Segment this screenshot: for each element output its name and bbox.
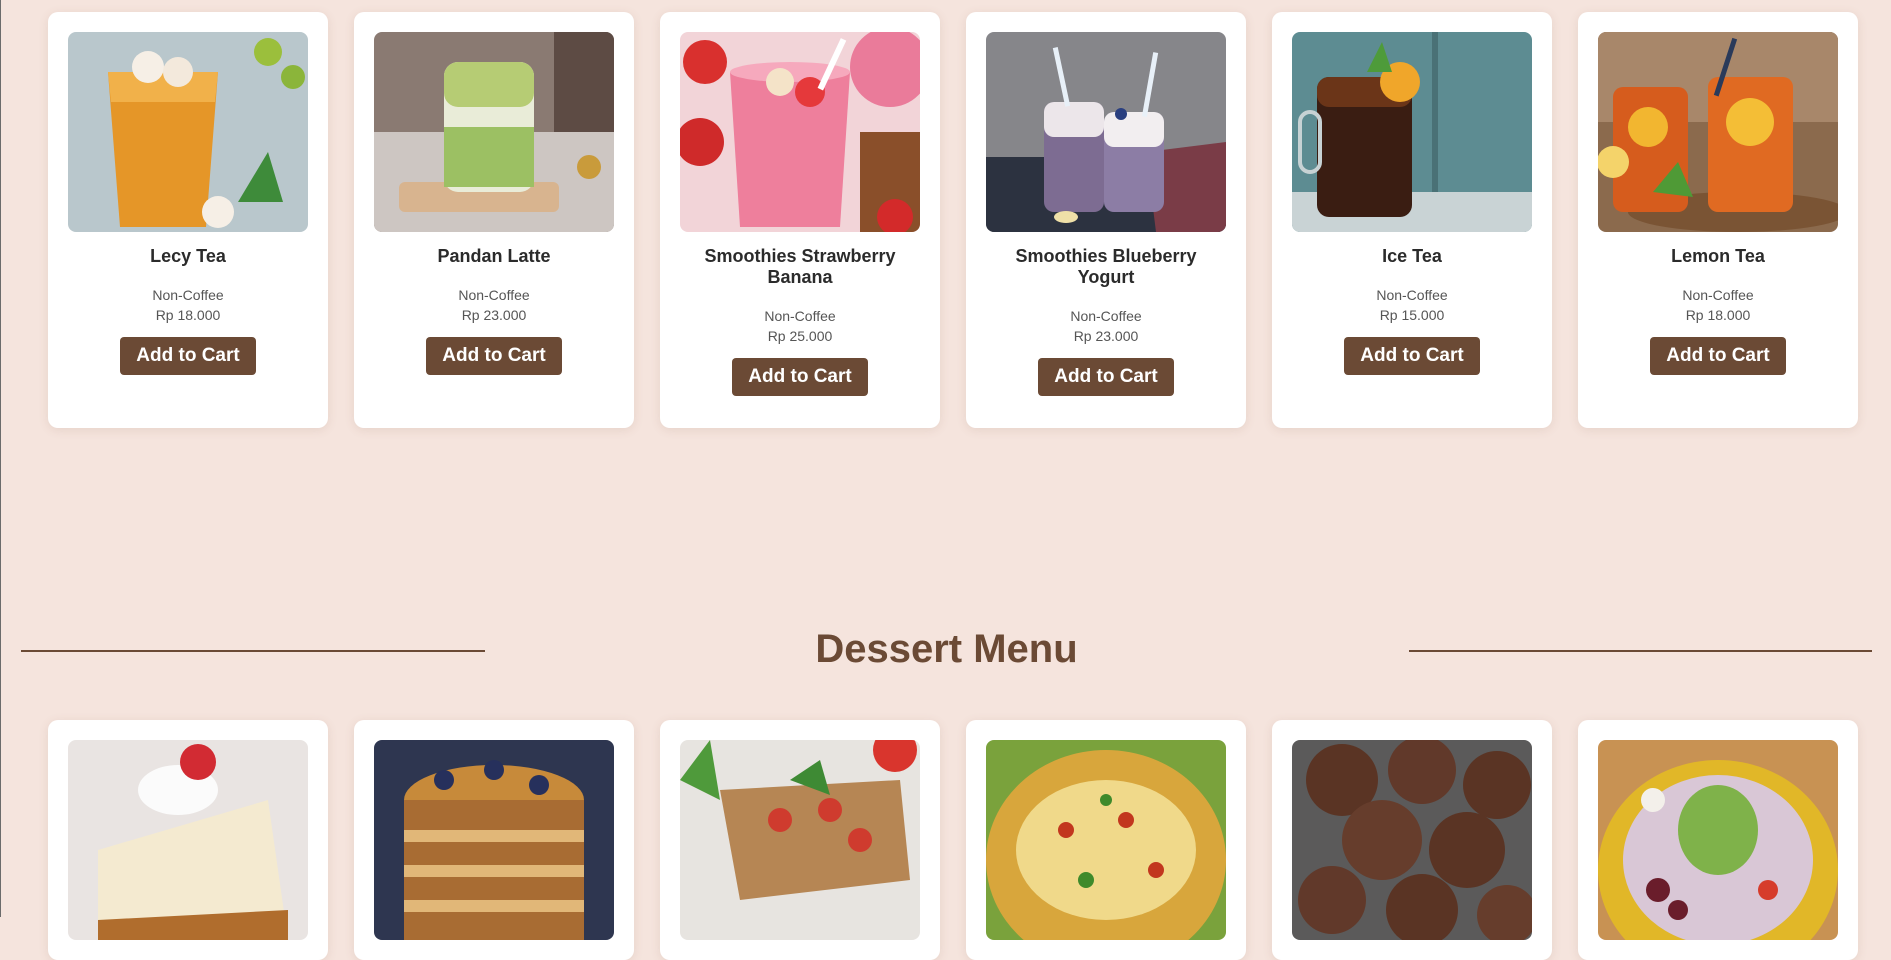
dessert-menu-grid: [48, 720, 1858, 960]
product-category: Non-Coffee: [458, 287, 530, 303]
ice-dessert-bowl-image: [1598, 740, 1838, 940]
lemon-tea-image: [1598, 32, 1838, 232]
cheesecake-image: [68, 740, 308, 940]
product-name: Pandan Latte: [437, 246, 551, 266]
product-card-dessert: [966, 720, 1246, 960]
product-card-dessert: [1578, 720, 1858, 960]
product-category: Non-Coffee: [152, 287, 224, 303]
product-name: Smoothies Strawberry Banana: [704, 246, 896, 287]
product-category: Non-Coffee: [764, 308, 836, 324]
pandan-latte-image: [374, 32, 614, 232]
product-card-dessert: [1272, 720, 1552, 960]
drink-menu-grid: Lecy Tea Non-Coffee Rp 18.000 Add to Car…: [48, 12, 1858, 428]
lychee-tea-image: [68, 32, 308, 232]
product-name: Lemon Tea: [1671, 246, 1765, 266]
product-name: Smoothies Blueberry Yogurt: [1015, 246, 1197, 287]
add-to-cart-button[interactable]: Add to Cart: [1650, 337, 1786, 375]
product-price: Rp 15.000: [1379, 307, 1445, 323]
product-category: Non-Coffee: [1682, 287, 1754, 303]
product-card-dessert: [660, 720, 940, 960]
ice-tea-image: [1292, 32, 1532, 232]
product-card-dessert: [48, 720, 328, 960]
product-card-smoothies-blueberry-yogurt: Smoothies Blueberry Yogurt Non-Coffee Rp…: [966, 12, 1246, 428]
product-price: Rp 18.000: [1685, 307, 1751, 323]
product-name: Ice Tea: [1382, 246, 1442, 266]
add-to-cart-button[interactable]: Add to Cart: [1344, 337, 1480, 375]
product-card-pandan-latte: Pandan Latte Non-Coffee Rp 23.000 Add to…: [354, 12, 634, 428]
product-category: Non-Coffee: [1070, 308, 1142, 324]
add-to-cart-button[interactable]: Add to Cart: [732, 358, 868, 396]
product-name: Lecy Tea: [150, 246, 226, 266]
product-price: Rp 23.000: [1073, 328, 1139, 344]
add-to-cart-button[interactable]: Add to Cart: [1038, 358, 1174, 396]
blueberry-smoothie-image: [986, 32, 1226, 232]
product-price: Rp 25.000: [767, 328, 833, 344]
product-price: Rp 18.000: [155, 307, 221, 323]
product-category: Non-Coffee: [1376, 287, 1448, 303]
product-card-smoothies-strawberry-banana: Smoothies Strawberry Banana Non-Coffee R…: [660, 12, 940, 428]
section-divider-right: [1409, 650, 1872, 652]
product-price: Rp 23.000: [461, 307, 527, 323]
add-to-cart-button[interactable]: Add to Cart: [120, 337, 256, 375]
chocolate-cookies-image: [1292, 740, 1532, 940]
nachos-image: [986, 740, 1226, 940]
add-to-cart-button[interactable]: Add to Cart: [426, 337, 562, 375]
bruschetta-image: [680, 740, 920, 940]
product-card-ice-tea: Ice Tea Non-Coffee Rp 15.000 Add to Cart: [1272, 12, 1552, 428]
blueberry-pancake-image: [374, 740, 614, 940]
product-card-dessert: [354, 720, 634, 960]
product-card-lemon-tea: Lemon Tea Non-Coffee Rp 18.000 Add to Ca…: [1578, 12, 1858, 428]
product-card-lecy-tea: Lecy Tea Non-Coffee Rp 18.000 Add to Car…: [48, 12, 328, 428]
strawberry-smoothie-image: [680, 32, 920, 232]
